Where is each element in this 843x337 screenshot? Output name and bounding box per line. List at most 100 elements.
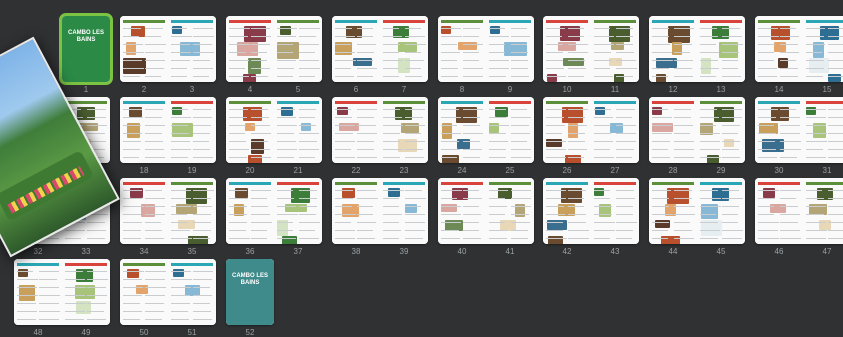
spread-thumbnail-8-9[interactable] bbox=[438, 16, 534, 82]
spread-thumbnail-20-21[interactable] bbox=[226, 97, 322, 163]
page-thumbnail-21[interactable] bbox=[274, 97, 322, 163]
text-line bbox=[145, 287, 166, 288]
text-line bbox=[123, 28, 141, 29]
page-thumbnail-31[interactable] bbox=[803, 97, 843, 163]
page-thumbnail-24[interactable] bbox=[438, 97, 486, 163]
spread-thumbnail-2-3[interactable] bbox=[120, 16, 216, 82]
text-line bbox=[335, 222, 351, 223]
text-line bbox=[758, 52, 774, 53]
page-thumbnail-29[interactable] bbox=[697, 97, 745, 163]
page-thumbnail-15[interactable] bbox=[803, 16, 843, 82]
spread-thumbnail-44-45[interactable] bbox=[649, 178, 745, 244]
spread-thumbnail-14-15[interactable] bbox=[755, 16, 843, 82]
page-thumbnail-19[interactable] bbox=[168, 97, 216, 163]
page-thumbnail-13[interactable] bbox=[697, 16, 745, 82]
page-thumbnail-45[interactable] bbox=[697, 178, 745, 244]
text-line bbox=[489, 36, 509, 37]
page-thumbnail-5[interactable] bbox=[274, 16, 322, 82]
text-line bbox=[780, 52, 799, 53]
spread-thumbnail-22-23[interactable] bbox=[332, 97, 428, 163]
text-line bbox=[594, 117, 613, 118]
spread-thumbnail-50-51[interactable] bbox=[120, 259, 216, 325]
page-thumbnail-48[interactable] bbox=[14, 259, 62, 325]
page-thumbnail-23[interactable] bbox=[380, 97, 428, 163]
page-thumbnail-28[interactable] bbox=[649, 97, 697, 163]
spread-thumbnail-6-7[interactable] bbox=[332, 16, 428, 82]
page-thumbnail-43[interactable] bbox=[591, 178, 639, 244]
text-line bbox=[299, 222, 320, 223]
spread-thumbnail-34-35[interactable] bbox=[120, 178, 216, 244]
page-thumbnail-46[interactable] bbox=[755, 178, 803, 244]
page-thumbnail-20[interactable] bbox=[226, 97, 274, 163]
page-thumbnail-11[interactable] bbox=[591, 16, 639, 82]
spread-thumbnail-40-41[interactable] bbox=[438, 178, 534, 244]
page-thumbnail-36[interactable] bbox=[226, 178, 274, 244]
text-line bbox=[193, 117, 212, 118]
text-line bbox=[299, 117, 315, 118]
page-thumbnail-47[interactable] bbox=[803, 178, 843, 244]
page-thumbnail-12[interactable] bbox=[649, 16, 697, 82]
spread-thumbnail-12-13[interactable] bbox=[649, 16, 745, 82]
page-thumbnail-7[interactable] bbox=[380, 16, 428, 82]
spread-thumbnail-24-25[interactable] bbox=[438, 97, 534, 163]
spread-thumbnail-52[interactable]: CAMBO LES BAINS bbox=[226, 259, 274, 325]
page-thumbnail-14[interactable] bbox=[755, 16, 803, 82]
page-thumbnail-42[interactable] bbox=[543, 178, 591, 244]
spread-thumbnail-36-37[interactable] bbox=[226, 178, 322, 244]
spread-thumbnail-30-31[interactable] bbox=[755, 97, 843, 163]
page-thumbnail-34[interactable] bbox=[120, 178, 168, 244]
page-thumbnail-51[interactable] bbox=[168, 259, 216, 325]
text-line bbox=[65, 311, 85, 312]
text-line bbox=[229, 68, 245, 69]
text-line bbox=[463, 190, 479, 191]
text-line bbox=[299, 28, 320, 29]
page-thumbnail-4[interactable] bbox=[226, 16, 274, 82]
text-line bbox=[722, 60, 738, 61]
text-line bbox=[780, 198, 796, 199]
spread-thumbnail-18-19[interactable] bbox=[120, 97, 216, 163]
page-thumbnail-41[interactable] bbox=[486, 178, 534, 244]
page-header-band bbox=[123, 182, 165, 185]
text-line bbox=[299, 198, 317, 199]
spread-thumbnail-28-29[interactable] bbox=[649, 97, 745, 163]
spread-thumbnail-1[interactable]: CAMBO LES BAINS bbox=[59, 13, 113, 85]
page-thumbnail-10[interactable] bbox=[543, 16, 591, 82]
page-thumbnail-40[interactable] bbox=[438, 178, 486, 244]
page-thumbnail-3[interactable] bbox=[168, 16, 216, 82]
page-thumbnail-8[interactable] bbox=[438, 16, 486, 82]
page-thumbnail-38[interactable] bbox=[332, 178, 380, 244]
page-thumbnail-18[interactable] bbox=[120, 97, 168, 163]
page-header-band bbox=[65, 101, 107, 104]
text-line bbox=[652, 214, 673, 215]
text-line bbox=[405, 60, 424, 61]
page-thumbnail-27[interactable] bbox=[591, 97, 639, 163]
page-thumbnail-30[interactable] bbox=[755, 97, 803, 163]
text-line bbox=[229, 117, 247, 118]
page-thumbnail-25[interactable] bbox=[486, 97, 534, 163]
text-line bbox=[357, 109, 377, 110]
spread-thumbnail-4-5[interactable] bbox=[226, 16, 322, 82]
page-thumbnail-9[interactable] bbox=[486, 16, 534, 82]
page-thumbnail-44[interactable] bbox=[649, 178, 697, 244]
page-thumbnail-37[interactable] bbox=[274, 178, 322, 244]
spread-thumbnail-10-11[interactable] bbox=[543, 16, 639, 82]
page-thumbnail-6[interactable] bbox=[332, 16, 380, 82]
page-thumbnail-39[interactable] bbox=[380, 178, 428, 244]
text-line bbox=[674, 28, 694, 29]
page-thumbnail-2[interactable] bbox=[120, 16, 168, 82]
page-thumbnail-35[interactable] bbox=[168, 178, 216, 244]
page-thumbnail-50[interactable] bbox=[120, 259, 168, 325]
spread-thumbnail-46-47[interactable] bbox=[755, 178, 843, 244]
spread-thumbnail-26-27[interactable] bbox=[543, 97, 639, 163]
text-line bbox=[123, 141, 141, 142]
text-line bbox=[87, 109, 106, 110]
page-thumbnail-26[interactable] bbox=[543, 97, 591, 163]
page-thumbnail-52[interactable]: CAMBO LES BAINS bbox=[226, 259, 274, 325]
text-line bbox=[123, 198, 142, 199]
page-thumbnail-1[interactable]: CAMBO LES BAINS bbox=[62, 16, 110, 82]
page-thumbnail-22[interactable] bbox=[332, 97, 380, 163]
spread-thumbnail-38-39[interactable] bbox=[332, 178, 428, 244]
page-thumbnail-49[interactable] bbox=[62, 259, 110, 325]
spread-thumbnail-42-43[interactable] bbox=[543, 178, 639, 244]
spread-thumbnail-48-49[interactable] bbox=[14, 259, 110, 325]
